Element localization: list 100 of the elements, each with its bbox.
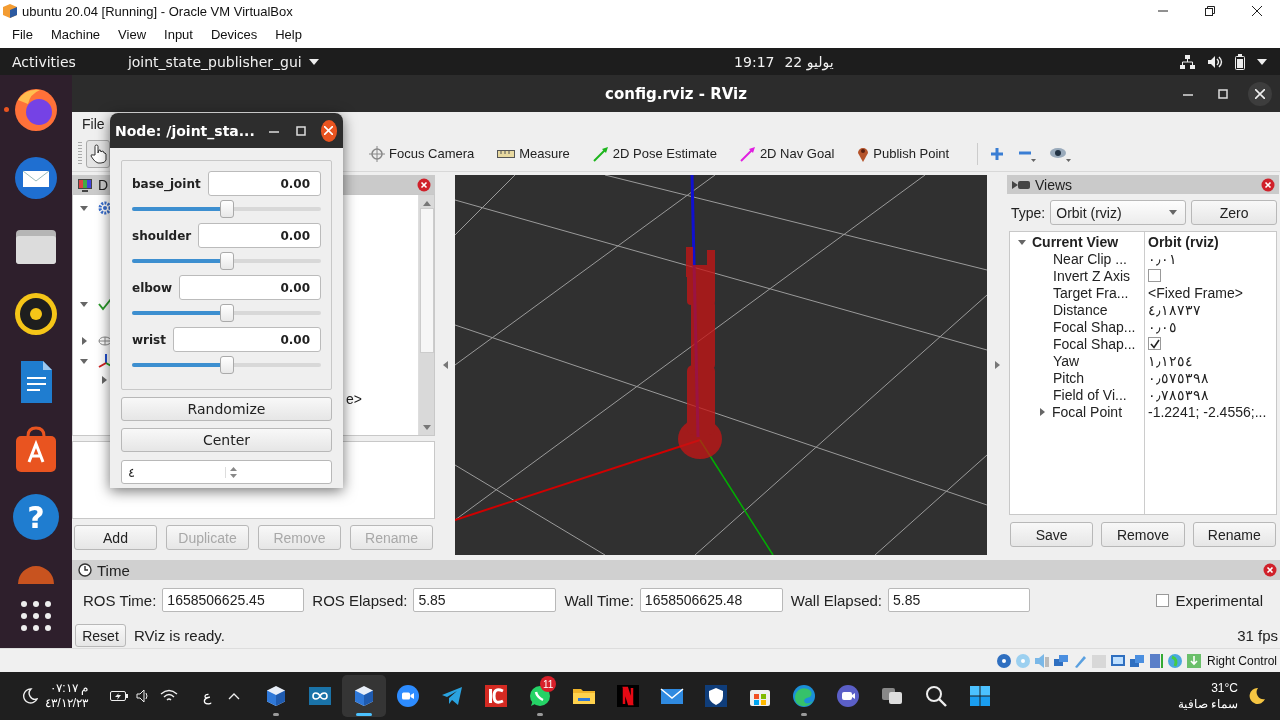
- activities-button[interactable]: Activities: [12, 53, 76, 70]
- tool-button[interactable]: 2D Nav Goal: [739, 141, 835, 166]
- scroll-down-icon[interactable]: [422, 425, 431, 431]
- clock-date[interactable]: 22 يوليو: [784, 53, 834, 70]
- property-name[interactable]: Focal Shap...: [1053, 318, 1136, 335]
- property-name[interactable]: Invert Z Axis: [1053, 267, 1131, 284]
- property-name[interactable]: Current View: [1032, 233, 1119, 250]
- time-field[interactable]: 5.85: [888, 588, 1030, 612]
- zero-button[interactable]: Zero: [1191, 200, 1277, 225]
- property-value[interactable]: ٤٫١٨٧٣٧: [1145, 301, 1201, 318]
- property-value[interactable]: ٠٫٥٧٥٣٩٨: [1145, 369, 1209, 386]
- browser-icon[interactable]: [12, 86, 60, 134]
- tool-button[interactable]: 2D Pose Estimate: [592, 141, 717, 166]
- start-icon[interactable]: [968, 684, 992, 708]
- joint-value-field[interactable]: 0.00: [198, 223, 321, 248]
- chevron-up-icon[interactable]: [228, 692, 240, 700]
- video-chat-icon[interactable]: [836, 684, 860, 708]
- scrollbar[interactable]: [418, 195, 434, 435]
- menu-item[interactable]: Input: [155, 26, 202, 42]
- joint-slider[interactable]: [132, 304, 321, 322]
- close-icon[interactable]: [1261, 177, 1275, 192]
- joint-value-field[interactable]: 0.00: [207, 171, 321, 196]
- menu-item[interactable]: File: [3, 26, 42, 42]
- tool-button[interactable]: Measure: [497, 142, 570, 165]
- clock-time[interactable]: 19:17: [734, 53, 775, 70]
- property-value[interactable]: -1.2241; -2.4556;...: [1145, 403, 1267, 420]
- property-value[interactable]: ٠٫٠٥: [1145, 318, 1177, 335]
- property-value[interactable]: <Fixed Frame>: [1145, 284, 1243, 301]
- checkbox[interactable]: [1148, 337, 1161, 350]
- joint-value-field[interactable]: 0.00: [179, 275, 321, 300]
- joint-slider[interactable]: [132, 356, 321, 374]
- property-value[interactable]: Orbit (rviz): [1145, 233, 1219, 250]
- time-field[interactable]: 1658506625.48: [639, 588, 783, 612]
- striped-logo-icon[interactable]: [616, 684, 640, 708]
- weather-text[interactable]: سماء صافية: [1177, 696, 1238, 712]
- checkbox-label[interactable]: Experimental: [1175, 591, 1263, 609]
- app-menu[interactable]: joint_state_publisher_gui: [127, 53, 319, 70]
- property-value[interactable]: ٠٫٧٨٥٣٩٨: [1145, 386, 1209, 403]
- joint-slider[interactable]: [132, 252, 321, 270]
- panel-button[interactable]: Rename: [1192, 522, 1276, 547]
- input-language[interactable]: ع: [194, 688, 220, 704]
- property-name[interactable]: Focal Point: [1052, 403, 1123, 420]
- cube-icon[interactable]: [352, 684, 376, 708]
- close-icon[interactable]: [417, 177, 431, 192]
- menu-item[interactable]: Help: [266, 26, 311, 42]
- spin-up-icon[interactable]: [230, 466, 237, 471]
- menu-item[interactable]: View: [109, 26, 156, 42]
- swirl-icon[interactable]: [792, 684, 816, 708]
- property-name[interactable]: Field of Vi...: [1053, 386, 1127, 403]
- reset-button[interactable]: Reset: [75, 624, 126, 647]
- temperature-text[interactable]: 31°C: [1211, 680, 1238, 696]
- video-camera-icon[interactable]: [396, 684, 420, 708]
- help-icon[interactable]: ?: [13, 494, 59, 540]
- expanded-arrow-icon[interactable]: [80, 356, 88, 365]
- checkbox[interactable]: [1156, 593, 1170, 607]
- property-value[interactable]: ١٫١٢٥٤: [1145, 352, 1193, 369]
- checkbox[interactable]: [1148, 269, 1161, 282]
- app-logo-icon[interactable]: [484, 684, 508, 708]
- battery-icon[interactable]: [1235, 53, 1245, 70]
- scroll-up-icon[interactable]: [422, 200, 431, 206]
- close-icon[interactable]: [1263, 563, 1277, 577]
- wifi-icon[interactable]: [159, 689, 178, 703]
- collapse-right-icon[interactable]: [994, 361, 1000, 369]
- expanded-arrow-icon[interactable]: [1018, 237, 1026, 246]
- property-name[interactable]: Pitch: [1053, 369, 1085, 386]
- tool-button[interactable]: Focus Camera: [369, 141, 475, 166]
- interact-tool-button[interactable]: [86, 139, 110, 168]
- expanded-arrow-icon[interactable]: [80, 203, 88, 212]
- battery-plug-icon[interactable]: [109, 690, 128, 702]
- moon-icon[interactable]: [1248, 687, 1266, 705]
- collapsed-arrow-icon[interactable]: [100, 375, 108, 384]
- menu-item[interactable]: Machine: [41, 26, 110, 42]
- cube-icon[interactable]: [264, 684, 288, 708]
- property-name[interactable]: Target Fra...: [1053, 284, 1129, 301]
- panel-button[interactable]: Save: [1010, 522, 1094, 547]
- paper-plane-icon[interactable]: [440, 684, 464, 708]
- clock-time[interactable]: ٠٧:١٧ م: [50, 681, 88, 696]
- moon-icon[interactable]: [22, 688, 38, 704]
- mail-icon[interactable]: [12, 154, 60, 202]
- search-icon[interactable]: [924, 684, 948, 708]
- network-icon[interactable]: [1179, 53, 1195, 70]
- joint-value-field[interactable]: 0.00: [173, 327, 321, 352]
- tool-button[interactable]: Publish Point: [857, 141, 950, 166]
- property-name[interactable]: Distance: [1053, 301, 1108, 318]
- caret-icon[interactable]: [1257, 58, 1267, 65]
- close-button[interactable]: [320, 119, 337, 142]
- time-field[interactable]: 1658506625.45: [162, 588, 305, 612]
- property-name[interactable]: Yaw: [1053, 352, 1080, 369]
- dialog-button[interactable]: Randomize: [121, 397, 332, 421]
- time-field[interactable]: 5.85: [413, 588, 557, 612]
- property-name[interactable]: Focal Shap...: [1053, 335, 1136, 352]
- expanded-arrow-icon[interactable]: [80, 299, 88, 308]
- shield-icon[interactable]: [704, 684, 728, 708]
- close-button[interactable]: [1248, 81, 1272, 106]
- spin-box[interactable]: ٤: [121, 460, 332, 484]
- speaker-icon[interactable]: [12, 290, 60, 338]
- property-name[interactable]: Near Clip ...: [1053, 250, 1127, 267]
- infinity-icon[interactable]: [308, 684, 332, 708]
- joint-slider[interactable]: [132, 200, 321, 218]
- menu-item[interactable]: File: [82, 116, 105, 132]
